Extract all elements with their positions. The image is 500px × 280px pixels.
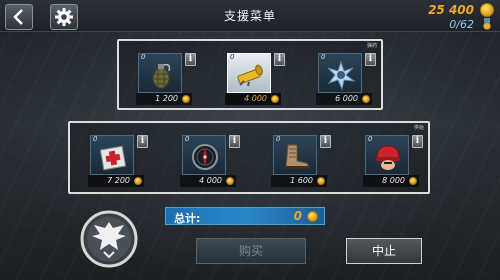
medal-count: 0/62 (449, 18, 474, 31)
panel-label: 供给 (413, 125, 424, 131)
item-count: 0 (368, 135, 373, 143)
top-bar: 支援菜单 25 400 0/62 (0, 0, 500, 32)
coin-icon (362, 95, 370, 103)
page-title: 支援菜单 (223, 9, 276, 23)
item-price: 8 000 (363, 175, 419, 187)
shop-item-boots[interactable]: 0 i 1 600 (271, 135, 331, 187)
item-price: 7 200 (88, 175, 144, 187)
shop-item-medkit[interactable]: 0 i 7 200 (88, 135, 148, 187)
shop-item-red-helmet[interactable]: 0 i 8 000 (363, 135, 423, 187)
boots-icon (285, 144, 309, 169)
total-bar: 总计: 0 (165, 207, 325, 225)
item-card[interactable]: 0 (138, 53, 182, 93)
cancel-button[interactable]: 中止 (346, 238, 422, 264)
info-button[interactable]: i (229, 135, 240, 148)
coin-icon (134, 177, 142, 185)
item-count: 0 (141, 53, 146, 61)
shop-item-grenade[interactable]: 0 i 1 200 (136, 53, 196, 105)
item-count: 0 (276, 135, 281, 143)
item-card[interactable]: 0 (227, 53, 271, 93)
coin-icon (182, 95, 190, 103)
item-count: 0 (230, 53, 235, 61)
buy-button[interactable]: 购买 (196, 238, 306, 264)
item-price: 4 000 (180, 175, 236, 187)
grenade-icon (152, 63, 171, 89)
item-card[interactable]: 0 (365, 135, 409, 175)
info-button[interactable]: i (185, 53, 196, 66)
item-card[interactable]: 0 (182, 135, 226, 175)
total-value: 0 (293, 209, 302, 223)
medkit-icon (99, 145, 127, 171)
info-button[interactable]: i (412, 135, 423, 148)
helmet-icon (376, 145, 400, 170)
item-price: 4 000 (225, 93, 281, 105)
total-label: 总计: (174, 212, 201, 225)
item-price: 1 200 (136, 93, 192, 105)
info-button[interactable]: i (365, 53, 376, 66)
coin-icon (307, 211, 318, 222)
shock-burst-icon (327, 60, 356, 91)
info-button[interactable]: i (320, 135, 331, 148)
info-button[interactable]: i (274, 53, 285, 66)
compass-icon (192, 144, 218, 170)
item-card[interactable]: 0 (318, 53, 362, 93)
item-price: 6 000 (316, 93, 372, 105)
ammo-panel: 弹药 0 i 1 200 0 i 4 000 0 i 6 000 (117, 39, 383, 110)
item-card[interactable]: 0 (90, 135, 134, 175)
coin-icon (226, 177, 234, 185)
coin-balance: 25 400 (428, 3, 474, 17)
gold-cannon-icon (237, 64, 263, 87)
item-card[interactable]: 0 (273, 135, 317, 175)
item-count: 0 (93, 135, 98, 143)
panel-label: 弹药 (366, 43, 377, 49)
coin-icon (480, 3, 494, 17)
coin-icon (409, 177, 417, 185)
item-count: 0 (321, 53, 326, 61)
shop-item-shock-burst[interactable]: 0 i 6 000 (316, 53, 376, 105)
eagle-emblem-icon (80, 210, 138, 268)
info-button[interactable]: i (137, 135, 148, 148)
medal-icon (483, 18, 491, 30)
item-count: 0 (185, 135, 190, 143)
coin-icon (271, 95, 279, 103)
shop-item-compass-scope[interactable]: 0 i 4 000 (180, 135, 240, 187)
coin-icon (317, 177, 325, 185)
item-price: 1 600 (271, 175, 327, 187)
supply-panel: 供给 0 i 7 200 0 i 4 000 0 i 1 600 0 i 8 0… (68, 121, 430, 194)
shop-item-gold-cannon[interactable]: 0 i 4 000 (225, 53, 285, 105)
